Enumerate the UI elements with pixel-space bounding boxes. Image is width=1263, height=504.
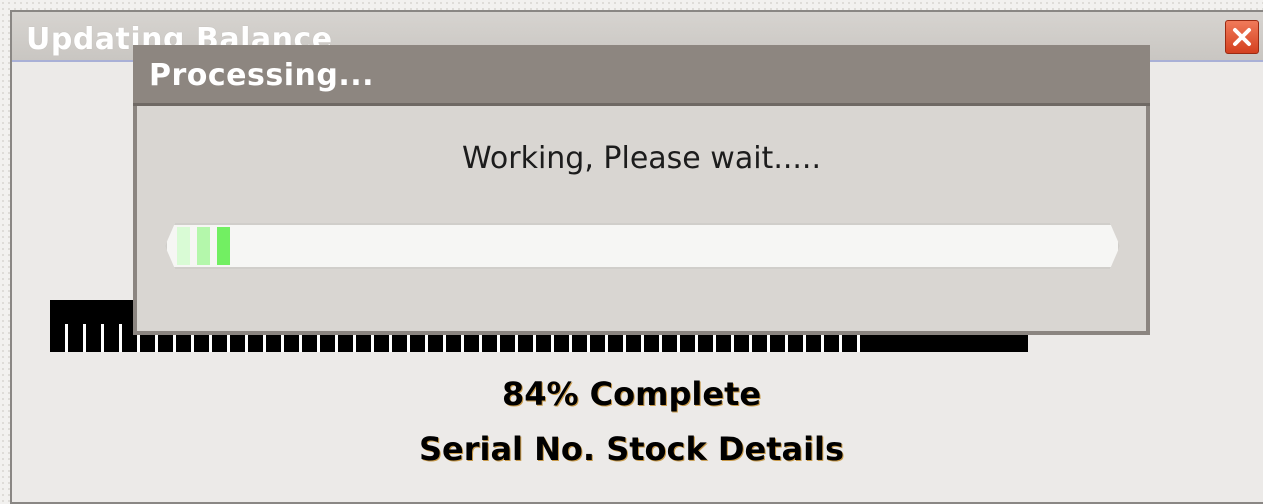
indeterminate-progress-bar [165,223,1120,269]
progress-chunk [197,227,210,265]
processing-dialog-titlebar[interactable]: Processing... [133,45,1150,106]
processing-dialog-title: Processing... [149,58,375,93]
progress-chunks [177,227,230,265]
processing-dialog: Processing... Working, Please wait..... [133,45,1150,335]
close-icon [1231,26,1253,48]
current-task-label: Serial No. Stock Details [418,430,845,468]
close-button[interactable] [1225,20,1259,54]
progress-chunk [177,227,190,265]
processing-message: Working, Please wait..... [461,141,822,176]
progress-chunk [217,227,230,265]
percent-complete-label: 84% Complete [501,375,762,413]
